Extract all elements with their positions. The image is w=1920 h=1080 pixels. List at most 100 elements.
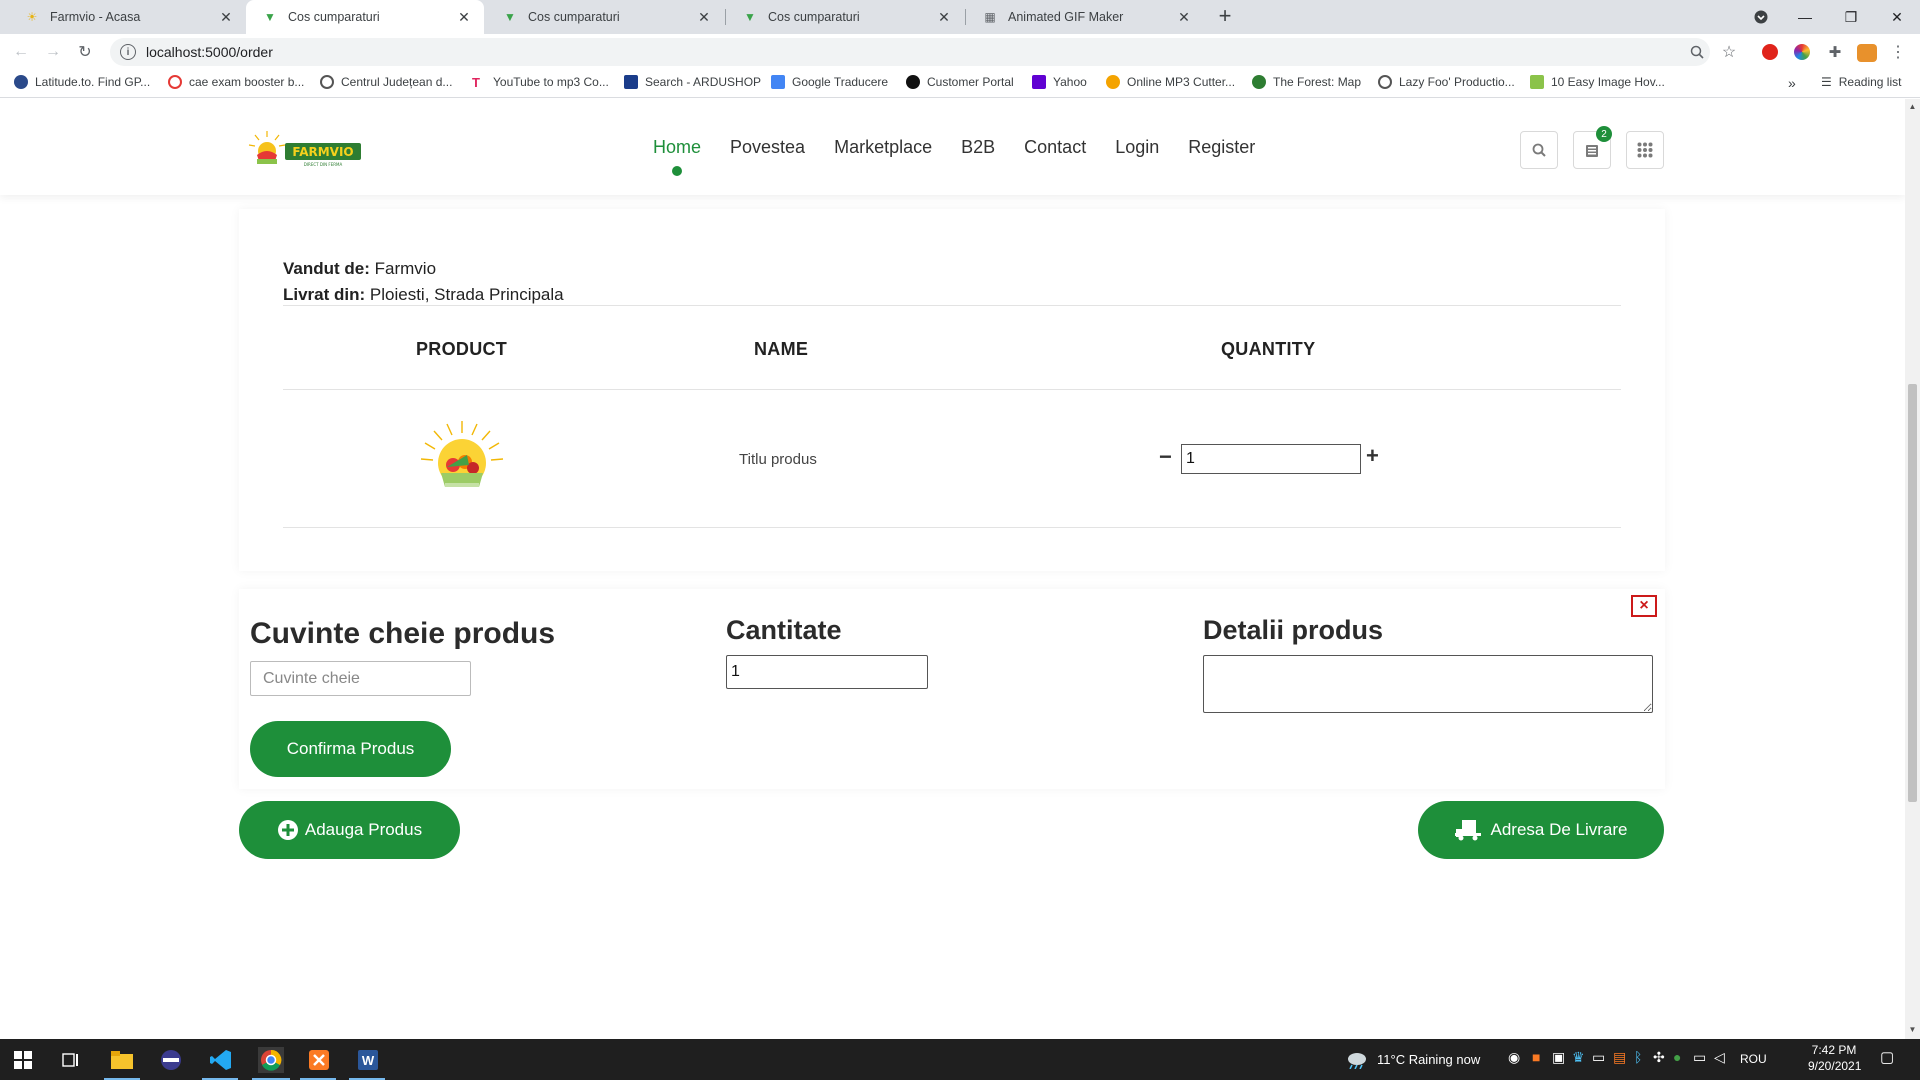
tray-app-icon[interactable]: ▤: [1613, 1049, 1626, 1066]
forward-arrow-icon[interactable]: →: [41, 40, 65, 64]
browser-tab-2[interactable]: ▼ Cos cumparaturi ✕: [246, 0, 484, 34]
column-header-quantity: QUANTITY: [1221, 339, 1316, 359]
confirm-product-button[interactable]: Confirma Produs: [250, 721, 451, 777]
nav-register[interactable]: Register: [1188, 137, 1255, 158]
cart-button[interactable]: 2: [1573, 126, 1612, 169]
decrease-quantity-button[interactable]: −: [1159, 446, 1172, 468]
clock[interactable]: 7:42 PM 9/20/2021: [1808, 1043, 1861, 1073]
zoom-icon[interactable]: [1685, 40, 1709, 64]
tray-app-icon[interactable]: ▣: [1552, 1049, 1565, 1066]
page-viewport: FARMVIO DIRECT DIN FERMA Home Povestea M…: [0, 99, 1905, 1039]
xampp-icon[interactable]: [306, 1047, 332, 1073]
keywords-input[interactable]: [250, 661, 471, 696]
browser-tab-1[interactable]: ☀ Farmvio - Acasa ✕: [8, 0, 246, 34]
delivery-address-button[interactable]: Adresa De Livrare: [1418, 801, 1664, 859]
bookmark-item[interactable]: Yahoo: [1032, 75, 1087, 89]
scroll-thumb[interactable]: [1908, 384, 1917, 802]
new-tab-button[interactable]: +: [1213, 5, 1237, 29]
tray-app-icon[interactable]: ●: [1673, 1049, 1681, 1065]
browser-tab-5[interactable]: ▦ Animated GIF Maker ✕: [966, 0, 1204, 34]
search-button[interactable]: [1520, 131, 1558, 169]
bookmark-star-icon[interactable]: ☆: [1717, 40, 1741, 64]
browser-tab-4[interactable]: ▼ Cos cumparaturi ✕: [726, 0, 964, 34]
increase-quantity-button[interactable]: +: [1366, 445, 1379, 467]
bookmark-item[interactable]: T YouTube to mp3 Co...: [472, 75, 609, 90]
globe-icon: [14, 75, 28, 89]
form-quantity-input[interactable]: [726, 655, 928, 689]
bookmark-item[interactable]: Google Traducere: [771, 75, 888, 89]
task-view-icon[interactable]: [58, 1047, 84, 1073]
minimize-icon[interactable]: —: [1782, 0, 1828, 34]
chrome-icon[interactable]: [258, 1047, 284, 1073]
bookmark-item[interactable]: cae exam booster b...: [168, 75, 304, 89]
nav-b2b[interactable]: B2B: [961, 137, 995, 158]
color-extension-icon[interactable]: [1794, 44, 1810, 60]
search-icon: [1532, 143, 1546, 157]
details-title: Detalii produs: [1203, 615, 1384, 645]
steam-icon[interactable]: ◉: [1508, 1049, 1520, 1066]
apps-menu-button[interactable]: [1626, 131, 1664, 169]
translate-icon: [771, 75, 785, 89]
product-name: Titlu produs: [739, 451, 817, 468]
scroll-down-icon[interactable]: ▼: [1908, 1025, 1917, 1035]
word-icon[interactable]: W: [355, 1047, 381, 1073]
bookmark-item[interactable]: Lazy Foo' Productio...: [1378, 75, 1515, 89]
bookmark-item[interactable]: Latitude.to. Find GP...: [14, 75, 150, 89]
volume-icon[interactable]: ◁: [1714, 1049, 1725, 1066]
bookmark-item[interactable]: Online MP3 Cutter...: [1106, 75, 1235, 89]
menu-kebab-icon[interactable]: ⋮: [1886, 40, 1910, 64]
svg-text:W: W: [362, 1053, 375, 1068]
app-icon[interactable]: [158, 1047, 184, 1073]
scroll-up-icon[interactable]: ▲: [1908, 102, 1917, 112]
notifications-icon[interactable]: ▢: [1880, 1048, 1894, 1066]
close-tab-icon[interactable]: ✕: [1176, 9, 1192, 25]
language-indicator[interactable]: ROU: [1740, 1052, 1767, 1066]
bookmark-item[interactable]: The Forest: Map: [1252, 75, 1361, 89]
browser-tab-strip: ☀ Farmvio - Acasa ✕ ▼ Cos cumparaturi ✕ …: [0, 0, 1920, 34]
nav-contact[interactable]: Contact: [1024, 137, 1086, 158]
windows-start-icon[interactable]: [10, 1047, 36, 1073]
bookmark-item[interactable]: 10 Easy Image Hov...: [1530, 75, 1665, 89]
close-tab-icon[interactable]: ✕: [696, 9, 712, 25]
opera-extension-icon[interactable]: [1762, 44, 1778, 60]
close-tab-icon[interactable]: ✕: [936, 9, 952, 25]
network-icon[interactable]: ▭: [1693, 1049, 1706, 1066]
add-product-button[interactable]: Adauga Produs: [239, 801, 460, 859]
bookmark-item[interactable]: Centrul Județean d...: [320, 75, 452, 89]
farmvio-logo[interactable]: FARMVIO DIRECT DIN FERMA: [247, 129, 367, 169]
file-explorer-icon[interactable]: [109, 1047, 135, 1073]
site-info-icon[interactable]: i: [120, 44, 136, 60]
weather-icon[interactable]: [1343, 1047, 1369, 1073]
xampp-tray-icon[interactable]: ■: [1532, 1049, 1540, 1065]
nav-login[interactable]: Login: [1115, 137, 1159, 158]
page-scrollbar[interactable]: ▲ ▼: [1905, 99, 1920, 1039]
reload-icon[interactable]: ↻: [73, 40, 97, 64]
nav-home[interactable]: Home: [653, 137, 701, 176]
browser-tab-3[interactable]: ▼ Cos cumparaturi ✕: [486, 0, 724, 34]
nav-povestea[interactable]: Povestea: [730, 137, 805, 158]
window-close-icon[interactable]: ✕: [1874, 0, 1920, 34]
reading-list-button[interactable]: ☰ Reading list: [1821, 75, 1901, 89]
close-tab-icon[interactable]: ✕: [218, 9, 234, 25]
bluetooth-icon[interactable]: ᛒ: [1634, 1049, 1642, 1065]
extensions-puzzle-icon[interactable]: ✚: [1823, 40, 1847, 64]
tray-app-icon[interactable]: ▭: [1592, 1049, 1605, 1066]
restore-icon[interactable]: ❐: [1828, 0, 1874, 34]
profile-avatar[interactable]: [1857, 44, 1877, 62]
bookmark-item[interactable]: Search - ARDUSHOP: [624, 75, 761, 89]
tray-app-icon[interactable]: ♛: [1572, 1049, 1585, 1066]
details-textarea[interactable]: [1203, 655, 1653, 713]
quantity-input[interactable]: [1181, 444, 1361, 474]
vscode-icon[interactable]: [208, 1047, 234, 1073]
tab-search-icon[interactable]: [1738, 0, 1784, 34]
more-bookmarks-icon[interactable]: »: [1788, 75, 1796, 91]
bookmark-item[interactable]: Customer Portal: [906, 75, 1014, 89]
sold-by-label: Vandut de:: [283, 259, 370, 278]
nav-marketplace[interactable]: Marketplace: [834, 137, 932, 158]
address-bar[interactable]: i localhost:5000/order: [110, 38, 1710, 66]
close-tab-icon[interactable]: ✕: [456, 9, 472, 25]
tray-app-icon[interactable]: ✣: [1653, 1049, 1665, 1066]
back-arrow-icon[interactable]: ←: [9, 40, 33, 64]
weather-text[interactable]: 11°C Raining now: [1377, 1052, 1480, 1067]
close-form-button[interactable]: ×: [1631, 595, 1657, 617]
